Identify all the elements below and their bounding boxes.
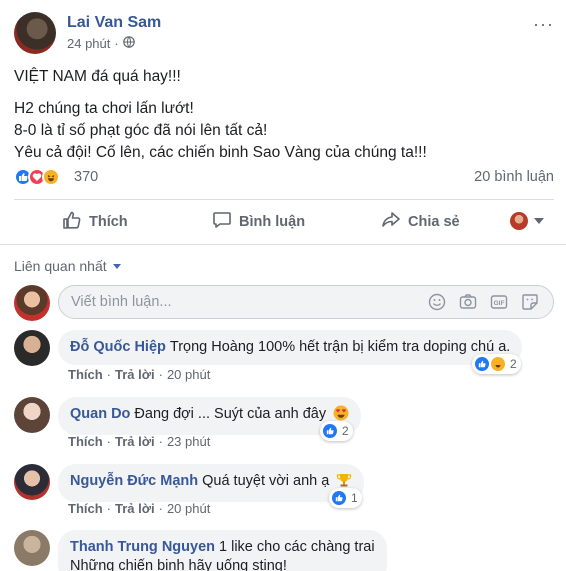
comment-icon [212, 210, 232, 234]
author-avatar[interactable] [14, 12, 56, 54]
composer-tools: GIF [427, 292, 540, 312]
camera-icon[interactable] [458, 292, 478, 312]
comment-item: Thanh Trung Nguyen 1 like cho các chàng t… [14, 530, 554, 571]
comment-like-link[interactable]: Thích [68, 501, 103, 516]
comment-text: 1 like cho các chàng trai [219, 539, 375, 555]
comment-time[interactable]: 20 phút [167, 501, 210, 516]
commenter-avatar[interactable] [14, 330, 50, 366]
chevron-down-icon [534, 218, 544, 224]
comment-reaction-count: 2 [342, 424, 349, 438]
comment-composer: GIF [14, 285, 554, 321]
comment-text: Trọng Hoàng 100% hết trận bị kiểm tra do… [169, 339, 511, 355]
comment-actions: Thích · Trả lời · 20 phút [68, 501, 210, 516]
comment-reply-link[interactable]: Trả lời [115, 434, 155, 449]
post-time[interactable]: 24 phút [67, 36, 110, 51]
comment-bubble: Thanh Trung Nguyen 1 like cho các chàng t… [58, 530, 387, 571]
commenter-name[interactable]: Quan Do [70, 406, 130, 422]
comment-count[interactable]: 20 bình luận [474, 169, 554, 185]
comment-reactions[interactable]: 2 [472, 354, 521, 374]
post-action-bar: Thích Bình luận Chia sẻ [14, 204, 554, 240]
comment-reaction-count: 2 [510, 357, 517, 371]
comment-reactions[interactable]: 1 [329, 488, 362, 508]
comment-reply-link[interactable]: Trả lời [115, 367, 155, 382]
comment-text: Đang đợi ... Suýt của anh đây [134, 406, 327, 422]
thumbs-up-icon [62, 210, 82, 234]
separator: · [106, 367, 112, 382]
meta-separator: · [114, 36, 119, 51]
comment-bubble: Đỗ Quốc Hiệp Trọng Hoàng 100% hết trận bị… [58, 330, 523, 365]
comment-item: Nguyễn Đức Mạnh Quá tuyệt vời anh ạ 1 Thí… [14, 464, 554, 520]
sticker-icon[interactable] [520, 292, 540, 312]
svg-text:GIF: GIF [494, 300, 505, 307]
post-line: VIỆT NAM đá quá hay!!! [14, 68, 181, 85]
separator: · [158, 367, 163, 382]
emoji-icon[interactable] [427, 292, 447, 312]
post-body: VIỆT NAM đá quá hay!!! H2 chúng ta chơi … [14, 66, 554, 164]
comment-button-label: Bình luận [239, 214, 306, 230]
like-reaction-icon [322, 423, 338, 439]
post-line: H2 chúng ta chơi lấn lướt! [14, 100, 194, 117]
commenter-avatar[interactable] [14, 397, 50, 433]
like-reaction-icon [474, 356, 490, 372]
share-button[interactable]: Chia sẻ [381, 204, 460, 240]
chevron-down-icon [112, 263, 121, 269]
reaction-count[interactable]: 370 [74, 169, 98, 185]
comment-time[interactable]: 20 phút [167, 367, 210, 382]
reaction-icons[interactable] [14, 168, 60, 186]
comment-time[interactable]: 23 phút [167, 434, 210, 449]
like-button[interactable]: Thích [62, 204, 128, 240]
separator: · [158, 434, 163, 449]
gif-icon[interactable]: GIF [489, 292, 509, 312]
haha-reaction-icon [490, 356, 506, 372]
commenter-name[interactable]: Đỗ Quốc Hiệp [70, 339, 166, 355]
comment-bubble: Nguyễn Đức Mạnh Quá tuyệt vời anh ạ [58, 464, 365, 502]
post-line: 8-0 là tỉ số phạt góc đã nói lên tất cả! [14, 122, 268, 139]
post-as-selector[interactable] [510, 212, 544, 230]
comment-bubble: Quan Do Đang đợi ... Suýt của anh đây [58, 397, 362, 435]
comment-item: Quan Do Đang đợi ... Suýt của anh đây 2 T… [14, 397, 554, 453]
like-reaction-icon [331, 490, 347, 506]
current-user-avatar [14, 285, 50, 321]
post-line: Yêu cả đội! Cố lên, các chiến binh Sao V… [14, 144, 427, 161]
comment-reply-link[interactable]: Trả lời [115, 501, 155, 516]
comment-reactions[interactable]: 2 [320, 421, 353, 441]
post-author-name[interactable]: Lai Van Sam [67, 14, 161, 32]
haha-reaction-icon [42, 168, 60, 186]
commenter-name[interactable]: Nguyễn Đức Mạnh [70, 473, 198, 489]
divider [14, 199, 554, 200]
comment-sort-dropdown[interactable]: Liên quan nhất [14, 258, 121, 274]
like-button-label: Thích [89, 214, 128, 230]
comment-text: Quá tuyệt vời anh ạ [202, 473, 330, 489]
comment-reaction-count: 1 [351, 491, 358, 505]
comment-actions: Thích · Trả lời · 23 phút [68, 434, 210, 449]
more-options-icon[interactable]: ··· [533, 14, 554, 35]
commenter-name[interactable]: Thanh Trung Nguyen [70, 539, 215, 555]
comment-item: Đỗ Quốc Hiệp Trọng Hoàng 100% hết trận bị… [14, 330, 554, 386]
post-meta: 24 phút · [67, 36, 135, 51]
commenter-avatar[interactable] [14, 530, 50, 566]
globe-icon [122, 36, 135, 51]
share-button-label: Chia sẻ [408, 214, 460, 230]
share-arrow-icon [381, 210, 401, 234]
separator: · [158, 501, 163, 516]
separator: · [106, 434, 112, 449]
comment-like-link[interactable]: Thích [68, 367, 103, 382]
reactions-summary: 370 20 bình luận [14, 168, 554, 188]
comment-like-link[interactable]: Thích [68, 434, 103, 449]
divider [0, 244, 566, 245]
separator: · [106, 501, 112, 516]
comment-text-line2: Những chiến binh hãy uống sting! [70, 558, 287, 571]
post-header: Lai Van Sam 24 phút · ··· [14, 12, 554, 56]
comment-actions: Thích · Trả lời · 20 phút [68, 367, 210, 382]
user-mini-avatar [510, 212, 528, 230]
commenter-avatar[interactable] [14, 464, 50, 500]
sort-label: Liên quan nhất [14, 258, 107, 274]
